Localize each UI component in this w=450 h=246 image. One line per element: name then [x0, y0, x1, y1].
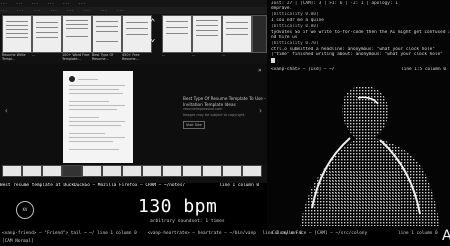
- thumbnail-caption: ...: [32, 53, 36, 57]
- strip-thumbnail[interactable]: [62, 165, 82, 177]
- browser-tab-bar[interactable]: ... ... ... ... ... ...: [0, 0, 267, 7]
- terminal-line: I cou ndr me a quine: [271, 18, 324, 23]
- status-app: CRAM: [145, 183, 156, 188]
- heartrate-panel: [0, 189, 267, 230]
- strip-thumbnail[interactable]: [182, 165, 202, 177]
- chevron-up-icon[interactable]: ⌃: [150, 18, 155, 28]
- window-title: Best resume template at DuckDuckGo — Moz…: [0, 183, 138, 188]
- strip-thumbnail[interactable]: [2, 165, 22, 177]
- image-thumbnail[interactable]: [252, 15, 267, 53]
- image-thumbnail[interactable]: [162, 15, 192, 53]
- thumbnail-caption: Best Type Of Resume...: [92, 53, 114, 61]
- bottom-status-bar: <vanp-friend> — "Friend"> tail ~ ~/ line…: [0, 230, 450, 238]
- filter-item[interactable]: ...: [67, 7, 74, 12]
- app-logo: KV: [16, 201, 34, 219]
- tab[interactable]: ...: [31, 0, 38, 5]
- terminal-cursor: [271, 58, 275, 63]
- image-thumbnail[interactable]: [122, 15, 152, 53]
- tab[interactable]: ...: [78, 0, 85, 5]
- strip-thumbnail[interactable]: [222, 165, 242, 177]
- thumbnail-caption: 100+ Word Free Template...: [62, 53, 90, 61]
- search-filter-bar[interactable]: ... ... ... ... ... ... ... ...: [0, 7, 267, 14]
- ascii-art-figure: [300, 85, 440, 227]
- strip-thumbnail[interactable]: [22, 165, 42, 177]
- face-pane-status: Colony's Face — [CAM] — ~/src/colony: [272, 231, 368, 236]
- strip-thumbnail[interactable]: [42, 165, 62, 177]
- strip-thumbnail[interactable]: [142, 165, 162, 177]
- terminal-line: ["time" finished writing about: anonymou…: [271, 52, 443, 57]
- thumbnail-caption: 450+ Free Resume...: [122, 53, 140, 61]
- terminal-status-left: <vanp-chat> — [Isd] — ~/: [271, 67, 335, 72]
- terminal-line: [bitticality 0.00]: [271, 24, 319, 29]
- strip-thumbnail[interactable]: [82, 165, 102, 177]
- friend-pane-status: <vanp-friend> — "Friend"> tail ~ ~/ line…: [2, 231, 137, 236]
- thumbnail-caption: ...: [162, 53, 166, 57]
- image-thumbnail[interactable]: [92, 15, 122, 53]
- tab[interactable]: ...: [0, 0, 7, 5]
- image-thumbnail[interactable]: [222, 15, 252, 53]
- corner-glyph: A: [442, 228, 450, 244]
- filter-item[interactable]: ...: [117, 7, 124, 12]
- thumbnail-caption: ...: [192, 53, 196, 57]
- terminal-line: [bitticality 0.70]: [271, 41, 319, 46]
- bpm-value: 130 bpm: [138, 196, 218, 217]
- filter-item[interactable]: ...: [50, 7, 57, 12]
- terminal-status-right: line 1:5 column 0: [401, 67, 446, 72]
- strip-thumbnail[interactable]: [162, 165, 182, 177]
- filter-item[interactable]: ...: [0, 7, 7, 12]
- strip-thumbnail[interactable]: [202, 165, 222, 177]
- tab[interactable]: ...: [63, 0, 70, 5]
- image-thumbnail[interactable]: [2, 15, 32, 53]
- resume-preview-image[interactable]: [63, 71, 133, 163]
- editor-mode: [CAM Normal]: [2, 239, 34, 244]
- bpm-subtitle: arbitrary soundset: 1 times: [150, 219, 225, 224]
- tab[interactable]: ...: [16, 0, 23, 5]
- image-thumbnail[interactable]: [62, 15, 92, 53]
- status-path: ~/notes/: [163, 183, 186, 188]
- thumbnail-caption: Resume Write Templ...: [2, 53, 26, 61]
- chevron-left-icon[interactable]: ‹: [4, 106, 9, 115]
- thumbnail-caption: ...: [222, 53, 226, 57]
- result-info: Best Type Of Resume Template To Use - In…: [183, 96, 267, 118]
- filter-item[interactable]: ...: [100, 7, 107, 12]
- strip-thumbnail[interactable]: [102, 165, 122, 177]
- image-thumbnail[interactable]: [192, 15, 222, 53]
- filter-item[interactable]: ...: [17, 7, 24, 12]
- heartrate-pane-status: <vanp-heartrate> — heartrate — ~/bin/van…: [147, 231, 256, 236]
- strip-thumbnail[interactable]: [122, 165, 142, 177]
- tab[interactable]: ...: [47, 0, 54, 5]
- status-position: line 1 column 0: [219, 183, 259, 188]
- terminal-status-line: <vanp-chat> — [Isd] — ~/ line 1:5 column…: [267, 67, 450, 73]
- terminal-line: [bitticality 0.00]: [271, 12, 319, 17]
- filter-item[interactable]: ...: [83, 7, 90, 12]
- strip-thumbnail[interactable]: [242, 165, 262, 177]
- terminal-line: nd hire us: [271, 35, 298, 40]
- terminal-line: deprave.: [271, 6, 293, 11]
- close-icon[interactable]: ×: [258, 67, 262, 74]
- image-thumbnail[interactable]: [32, 15, 62, 53]
- mode-line: [CAM Normal]: [0, 238, 450, 246]
- filter-item[interactable]: ...: [33, 7, 40, 12]
- result-title[interactable]: Best Type Of Resume Template To Use - In…: [183, 96, 267, 107]
- chevron-down-icon[interactable]: ⌄: [150, 34, 155, 44]
- result-copyright-note: Images may be subject to copyright.: [183, 112, 246, 117]
- face-pane-position: line 1 column 0: [398, 231, 438, 236]
- visit-site-button[interactable]: Visit Site: [183, 121, 205, 129]
